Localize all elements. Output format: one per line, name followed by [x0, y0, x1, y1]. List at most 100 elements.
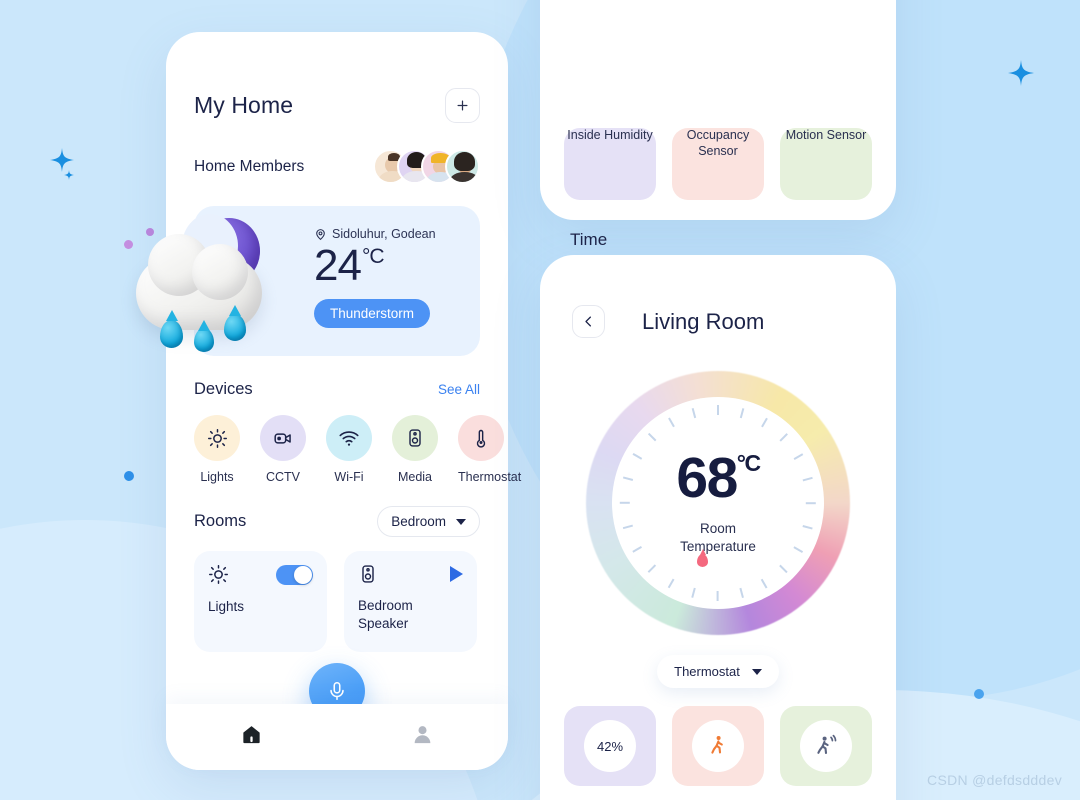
sensor-cards-row: Inside Humidity Occupancy Sensor Motion …: [540, 128, 896, 200]
weather-card[interactable]: Sidoluhur, Godean 24 °C Thunderstorm: [136, 206, 480, 356]
avatar[interactable]: [445, 149, 480, 184]
device-item-media[interactable]: Media: [392, 415, 438, 484]
device-item-wifi[interactable]: Wi-Fi: [326, 415, 372, 484]
room-card-lights[interactable]: Lights: [194, 551, 327, 652]
sparkle-icon-small: [64, 170, 74, 180]
room-card-label: Lights: [208, 599, 245, 614]
room-card-label: Bedroom Speaker: [358, 598, 413, 632]
sensor-card-label: Inside Humidity: [567, 128, 653, 142]
video-camera-icon: [273, 432, 291, 444]
sensor-card-occupancy[interactable]: Occupancy Sensor: [672, 128, 764, 200]
temperature-dial[interactable]: 68 °C Room Temperature: [586, 371, 850, 635]
dial-tick: [717, 591, 719, 601]
living-room-cards: 42%: [540, 706, 896, 786]
dial-tick: [806, 502, 816, 504]
lr-card-motion[interactable]: [780, 706, 872, 786]
dial-tick: [740, 587, 745, 598]
nav-item-home[interactable]: [240, 723, 263, 751]
location-pin-icon: [316, 228, 325, 240]
microphone-icon: [330, 681, 344, 701]
add-device-button[interactable]: [445, 88, 480, 123]
dial-tick: [802, 476, 813, 481]
rain-drop-icon: [160, 320, 183, 348]
sparkle-icon-right: [1008, 60, 1034, 86]
rooms-section-title: Rooms: [194, 512, 247, 530]
device-item-thermostat[interactable]: Thermostat: [458, 415, 522, 484]
sun-icon: [207, 428, 227, 448]
sensor-card-label: Occupancy Sensor: [686, 128, 750, 158]
bottom-navigation: [166, 704, 508, 770]
device-label: Lights: [200, 470, 234, 484]
device-label: Media: [397, 470, 433, 484]
device-label: Thermostat: [458, 470, 522, 484]
devices-section-header: Devices See All: [194, 380, 480, 399]
dial-tick: [623, 476, 634, 481]
dial-face: 68 °C Room Temperature: [612, 397, 824, 609]
play-button[interactable]: [450, 566, 463, 582]
watermark: CSDN @defdsdddev: [927, 772, 1062, 788]
humidity-value-bubble: 42%: [584, 720, 636, 772]
weather-condition-badge[interactable]: Thunderstorm: [314, 299, 431, 328]
dial-tick: [740, 408, 745, 419]
living-room-panel: Living Room 68 °C Room Temperature Therm…: [540, 255, 896, 800]
lr-card-occupancy[interactable]: [672, 706, 764, 786]
lr-card-humidity[interactable]: 42%: [564, 706, 656, 786]
device-label: CCTV: [265, 470, 301, 484]
dial-tick: [648, 564, 657, 573]
speaker-icon: [362, 565, 374, 583]
weather-temperature-value: 24: [314, 241, 362, 290]
wifi-icon: [339, 431, 359, 446]
device-label: Wi-Fi: [334, 470, 364, 484]
dial-ticks: [612, 397, 824, 609]
weather-location-text: Sidoluhur, Godean: [332, 227, 436, 241]
dial-tick: [623, 525, 634, 530]
chevron-left-icon: [585, 316, 591, 327]
occupancy-icon-bubble: [692, 720, 744, 772]
person-icon: [414, 726, 431, 744]
rain-drop-icon: [194, 328, 214, 352]
device-item-lights[interactable]: Lights: [194, 415, 240, 484]
dial-tick: [793, 453, 804, 460]
devices-list: Lights CCTV Wi-Fi Media Thermostat: [194, 415, 521, 484]
rooms-section-header: Rooms Bedroom: [194, 506, 480, 537]
dial-tick: [668, 417, 675, 428]
sensor-panel: Inside Humidity Occupancy Sensor Motion …: [540, 0, 896, 343]
back-button[interactable]: [572, 305, 605, 338]
water-drop-icon: [697, 554, 708, 567]
humidity-value: 42%: [596, 738, 624, 754]
device-item-cctv[interactable]: CCTV: [260, 415, 306, 484]
chevron-down-icon: [456, 518, 466, 525]
dial-tick: [802, 525, 813, 530]
home-header: My Home: [194, 88, 480, 123]
home-icon: [243, 726, 260, 744]
chevron-down-icon: [751, 668, 762, 675]
dial-tick: [761, 417, 768, 428]
room-select-dropdown[interactable]: Bedroom: [377, 506, 480, 537]
walking-person-icon: [711, 736, 723, 754]
mode-select-value: Thermostat: [674, 664, 740, 679]
dial-tick: [717, 405, 719, 415]
devices-section-title: Devices: [194, 380, 253, 398]
plus-icon: [457, 100, 468, 111]
sensor-card-motion[interactable]: Motion Sensor: [780, 128, 872, 200]
mode-select-dropdown[interactable]: Thermostat: [657, 655, 779, 688]
member-avatars[interactable]: [373, 149, 480, 184]
lights-toggle[interactable]: [276, 564, 313, 585]
rain-drop-icon: [224, 314, 246, 341]
room-cards-list: Lights Bedroom Speaker: [194, 551, 480, 652]
nav-item-profile[interactable]: [411, 723, 434, 751]
sensor-card-label: Motion Sensor: [785, 128, 867, 142]
dial-tick: [668, 578, 675, 589]
see-all-devices-link[interactable]: See All: [438, 382, 480, 397]
dial-tick: [691, 587, 696, 598]
thermometer-icon: [476, 429, 486, 448]
dial-tick: [779, 564, 788, 573]
motion-sensor-icon: [817, 734, 837, 755]
room-card-speaker[interactable]: Bedroom Speaker: [344, 551, 477, 652]
room-select-value: Bedroom: [391, 514, 446, 529]
time-section-title: Time: [570, 230, 608, 249]
dial-tick: [648, 433, 657, 442]
sensor-card-inside-humidity[interactable]: Inside Humidity: [564, 128, 656, 200]
dial-tick: [779, 433, 788, 442]
decor-dot-blue: [974, 689, 984, 699]
